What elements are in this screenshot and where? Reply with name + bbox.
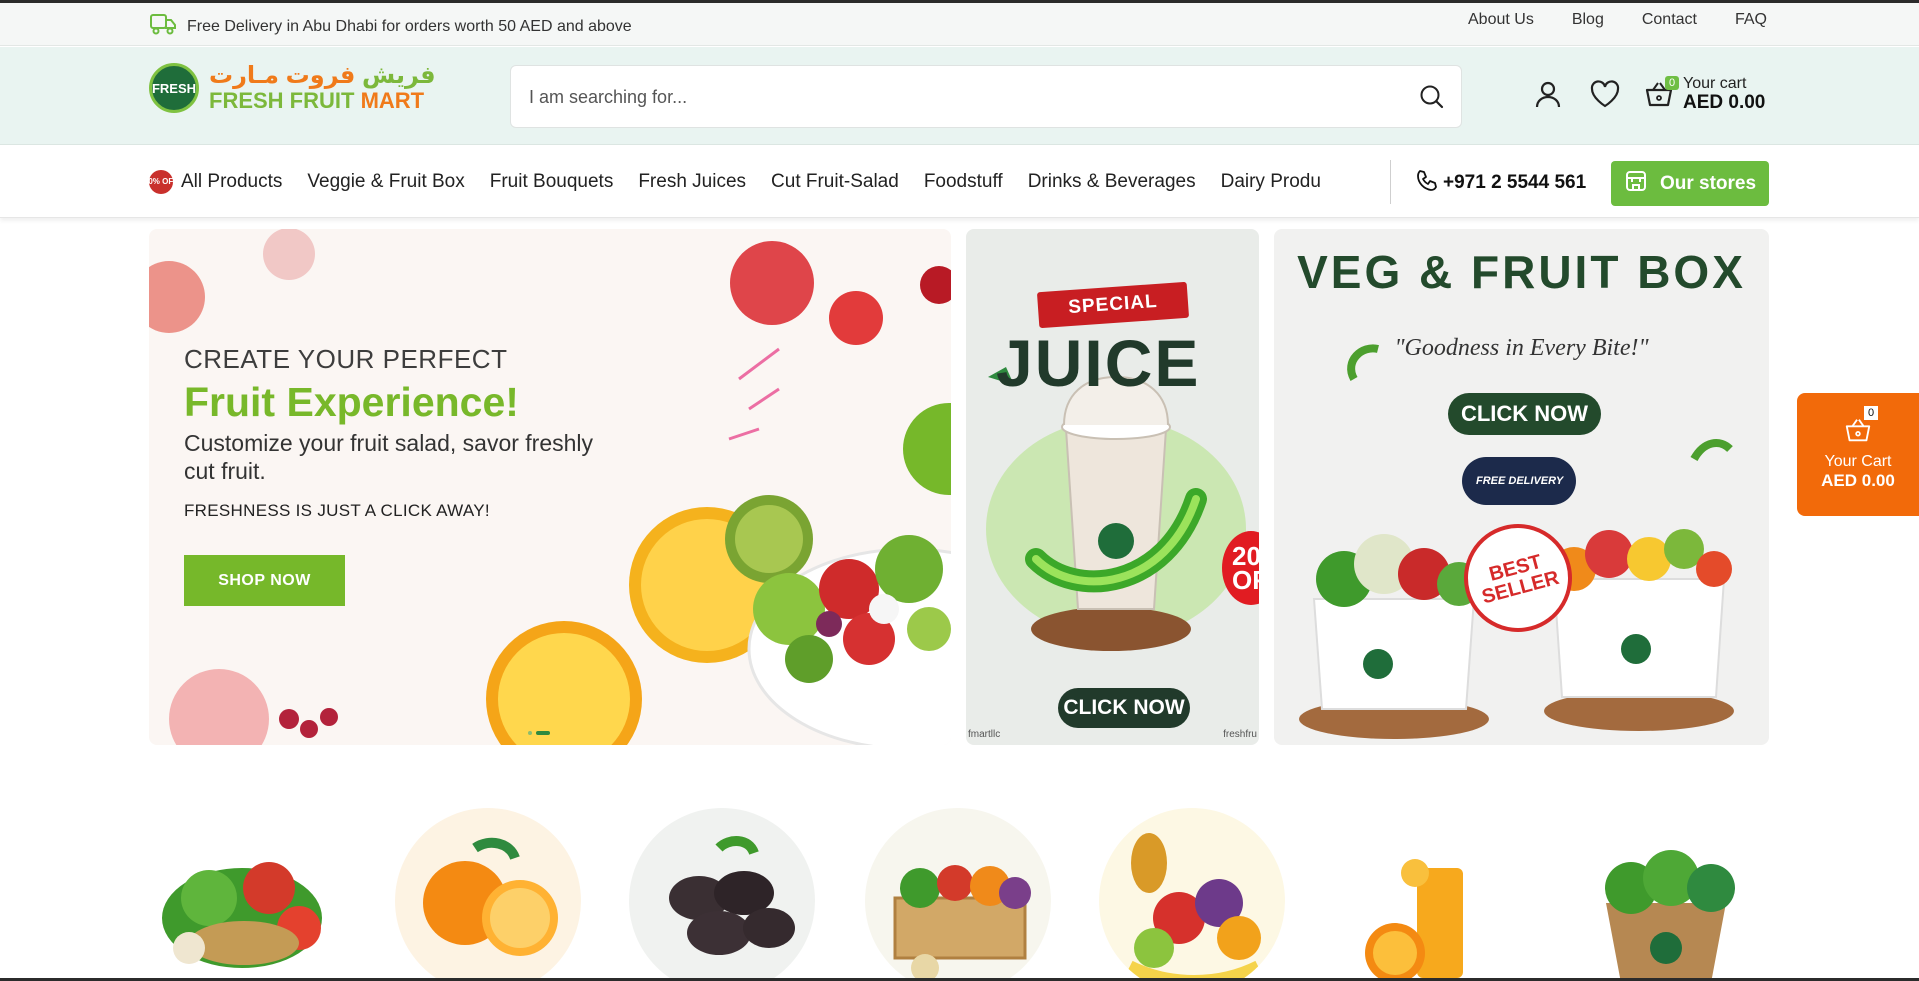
nav-item-label: All Products <box>181 171 283 192</box>
our-stores-button[interactable]: Our stores <box>1611 161 1769 206</box>
banner-headline: Fruit Experience! <box>184 379 519 425</box>
main-nav: 20% OFF All Products Veggie & Fruit Box … <box>0 146 1919 218</box>
category-veggie-crate[interactable] <box>865 808 1051 981</box>
nav-item-foodstuff[interactable]: Foodstuff <box>924 170 1003 194</box>
nav-item-veggie-fruit-box[interactable]: Veggie & Fruit Box <box>307 170 464 194</box>
floating-cart-button[interactable]: 0 Your Cart AED 0.00 <box>1797 393 1919 516</box>
nav-items: 20% OFF All Products Veggie & Fruit Box … <box>149 170 1379 194</box>
shop-now-button[interactable]: SHOP NOW <box>184 555 345 606</box>
banner-headline-small: CREATE YOUR PERFECT <box>184 344 508 374</box>
delivery-text: Free Delivery in Abu Dhabi for orders wo… <box>187 17 632 35</box>
phone-number: +971 2 5544 561 <box>1443 172 1587 193</box>
logo-emblem: FRESH <box>149 63 199 113</box>
floating-cart-label: Your Cart <box>1824 453 1892 470</box>
announcement-bar: Free Delivery in Abu Dhabi for orders wo… <box>0 3 1919 46</box>
box-title: VEG & FRUIT BOX <box>1297 246 1746 298</box>
juice-title: JUICE <box>996 326 1201 400</box>
basket-icon: 0 <box>1643 76 1679 110</box>
logo-name: FRESH FRUIT MART <box>209 88 425 113</box>
free-delivery-badge: FREE DELIVERY <box>1462 457 1576 505</box>
category-oranges[interactable] <box>395 808 581 981</box>
nav-item-fresh-juices[interactable]: Fresh Juices <box>638 170 746 194</box>
header-actions <box>1533 79 1621 114</box>
phone-link[interactable]: +971 2 5544 561 <box>1415 168 1586 198</box>
category-dates[interactable] <box>629 808 815 981</box>
sale-badge-icon: 20% OFF <box>149 170 178 194</box>
oranges-image <box>423 837 558 956</box>
heart-icon[interactable] <box>1589 79 1621 114</box>
floating-cart-count: 0 <box>1864 406 1878 420</box>
juice-click-now-button[interactable]: CLICK NOW <box>1058 688 1190 728</box>
link-blog[interactable]: Blog <box>1572 11 1604 29</box>
search-box <box>510 65 1462 128</box>
delivery-notice: Free Delivery in Abu Dhabi for orders wo… <box>149 12 632 41</box>
banner-fruit-experience[interactable]: CREATE YOUR PERFECT Fruit Experience! Cu… <box>149 229 951 745</box>
nav-item-all-products[interactable]: 20% OFF All Products <box>149 170 282 194</box>
site-logo[interactable]: FRESH فريش فروت مـارت FRESH FRUIT MART <box>149 63 436 113</box>
search-input[interactable] <box>529 80 1389 114</box>
user-icon[interactable] <box>1533 79 1563 114</box>
carousel-dots <box>528 731 550 735</box>
veggie-crate-image <box>893 865 1031 981</box>
cart-label: Your cart <box>1683 75 1747 92</box>
dates-image <box>669 836 795 955</box>
category-vegetables[interactable] <box>149 808 335 981</box>
nav-divider <box>1390 160 1391 204</box>
banner-special-juice[interactable]: SPECIAL JUICE 20 OFF CLICK NOW fmartllc … <box>966 229 1259 745</box>
carousel-dot[interactable] <box>528 731 532 735</box>
category-veggie-basket[interactable] <box>1571 808 1757 981</box>
floating-cart-amount: AED 0.00 <box>1821 471 1895 490</box>
nav-item-fruit-bouquets[interactable]: Fruit Bouquets <box>490 170 614 194</box>
veggie-basket-image <box>1605 850 1735 981</box>
box-tagline: "Goodness in Every Bite!" <box>1394 335 1649 361</box>
banner-subtext: Customize your fruit salad, savor freshl… <box>184 430 594 484</box>
phone-icon <box>1415 168 1439 198</box>
nav-item-dairy-products[interactable]: Dairy Produ <box>1221 170 1321 194</box>
basket-icon: 0 <box>1843 406 1878 445</box>
box-click-now-button[interactable]: CLICK NOW <box>1448 393 1601 435</box>
carousel-dot-active[interactable] <box>536 731 550 735</box>
search-icon[interactable] <box>1419 84 1445 115</box>
logo-arabic: فريش فروت مـارت <box>209 62 436 89</box>
category-juice[interactable] <box>1335 808 1521 981</box>
store-icon <box>1624 169 1648 199</box>
top-links: About Us Blog Contact FAQ <box>1468 11 1767 29</box>
category-mixed-fruits[interactable] <box>1099 808 1285 981</box>
banner-tagline: FRESHNESS IS JUST A CLICK AWAY! <box>184 501 490 520</box>
delivery-truck-icon <box>149 12 177 41</box>
nav-item-drinks-beverages[interactable]: Drinks & Beverages <box>1028 170 1196 194</box>
vegetables-image <box>162 862 322 968</box>
header-cart[interactable]: 0 Your cart AED 0.00 <box>1643 75 1765 113</box>
nav-item-cut-fruit-salad[interactable]: Cut Fruit-Salad <box>771 170 899 194</box>
category-carousel <box>149 808 1769 981</box>
link-contact[interactable]: Contact <box>1642 11 1697 29</box>
social-handle: freshfru <box>1223 729 1257 740</box>
banner-veg-fruit-box[interactable]: VEG & FRUIT BOX "Goodness in Every Bite!… <box>1274 229 1769 745</box>
link-about-us[interactable]: About Us <box>1468 11 1534 29</box>
social-handle: fmartllc <box>968 729 1001 740</box>
fruit-salad-illustration <box>149 229 951 745</box>
cart-count-badge: 0 <box>1665 76 1679 90</box>
mixed-fruits-image <box>1125 833 1263 981</box>
cart-amount: AED 0.00 <box>1683 92 1766 113</box>
stores-label: Our stores <box>1659 172 1757 194</box>
site-header: FRESH فريش فروت مـارت FRESH FRUIT MART 0… <box>0 47 1919 145</box>
link-faq[interactable]: FAQ <box>1735 11 1767 29</box>
juice-image <box>1365 859 1463 981</box>
